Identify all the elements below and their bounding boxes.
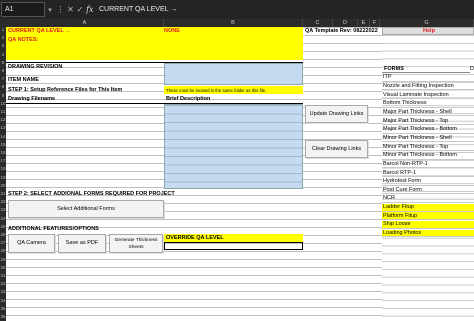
step1-label: STEP 1: Setup Reference Files for This I… xyxy=(8,87,123,93)
column-header-b[interactable]: B xyxy=(164,19,303,27)
cancel-icon[interactable]: ✕ xyxy=(67,5,74,14)
column-header-f[interactable]: F xyxy=(370,19,380,27)
form-item[interactable]: Bottom Thickness xyxy=(382,100,474,108)
item-name-label: ITEM NAME xyxy=(8,77,39,83)
name-box[interactable]: A1 xyxy=(1,2,45,17)
chevron-down-icon[interactable]: ▾ xyxy=(45,6,55,14)
description-input-area[interactable] xyxy=(164,104,303,189)
qa-camera-button[interactable]: QA Camera xyxy=(8,234,55,253)
form-item[interactable]: Visual Laminate Inspection xyxy=(382,91,474,100)
update-drawing-links-button[interactable]: Update Drawing Links xyxy=(305,105,368,123)
current-qa-value: NONE xyxy=(164,28,180,34)
form-item[interactable]: Minor Part Thickness - Top xyxy=(382,143,474,151)
save-as-pdf-button[interactable]: Save as PDF xyxy=(58,234,106,253)
form-item[interactable]: Loading Photos xyxy=(382,229,474,238)
step2-label: STEP 2: SELECT ADDIONAL FORMS REQUIRED F… xyxy=(8,191,175,197)
form-item[interactable]: Nozzle and Fitting Inspection xyxy=(382,83,474,91)
more-icon[interactable]: ⋮ xyxy=(56,5,64,14)
column-headers: A B C D E F G xyxy=(0,19,474,27)
template-rev: QA Template Rev: 08222022 xyxy=(305,28,378,34)
forms-col-h: D xyxy=(470,66,474,72)
current-qa-row[interactable]: CURRENT QA LEVEL → NONE xyxy=(6,27,303,35)
formula-input[interactable]: CURRENT QA LEVEL → xyxy=(99,6,177,13)
column-header-g[interactable]: G xyxy=(380,19,474,27)
form-item[interactable]: Hydrotest Form xyxy=(382,178,474,186)
column-header-c[interactable]: C xyxy=(303,19,333,27)
override-qa-level-label[interactable]: OVERRIDE QA LEVEL xyxy=(164,234,303,242)
form-item[interactable]: Minor Part Thickness - Bottom xyxy=(382,152,474,160)
column-header-a[interactable]: A xyxy=(6,19,164,27)
drawing-filename-header: Drawing Filename xyxy=(8,96,56,102)
form-item[interactable]: Major Part Thickness - Top xyxy=(382,117,474,126)
current-qa-label: CURRENT QA LEVEL → xyxy=(8,28,71,34)
form-item[interactable]: ITP xyxy=(382,74,474,82)
form-item[interactable]: Platform Fitup xyxy=(382,212,474,221)
formula-bar: A1 ▾ ⋮ ✕ ✓ fx CURRENT QA LEVEL → xyxy=(0,0,474,19)
function-icon[interactable]: fx xyxy=(86,5,93,14)
form-item[interactable]: Post Cure Form xyxy=(382,186,474,195)
form-item[interactable]: Major Part Thickness - Shell xyxy=(382,109,474,117)
spreadsheet-window: A1 ▾ ⋮ ✕ ✓ fx CURRENT QA LEVEL → A B C D… xyxy=(0,0,474,321)
form-item[interactable]: Barcol Non-RTP-1 xyxy=(382,161,474,169)
same-folder-note: These must be located in the same folder… xyxy=(164,86,303,94)
additional-features-label: ADDITIONAL FEATURES/OPTIONS xyxy=(8,226,99,232)
select-additional-forms-button[interactable]: Select Additional Forms xyxy=(8,200,164,218)
column-header-d[interactable]: D xyxy=(333,19,358,27)
form-item[interactable]: Major Part Thickness - Bottom xyxy=(382,126,474,134)
override-qa-level-input[interactable] xyxy=(164,242,303,250)
form-item[interactable]: Ship Loose xyxy=(382,221,474,229)
form-item[interactable]: Barcol RTP-1 xyxy=(382,169,474,177)
confirm-icon[interactable]: ✓ xyxy=(77,5,84,14)
qa-notes[interactable]: QA NOTES: xyxy=(6,35,303,60)
clear-drawing-links-button[interactable]: Clear Drawing Links xyxy=(305,140,368,158)
forms-header: FORMS xyxy=(382,65,470,73)
column-header-e[interactable]: E xyxy=(358,19,370,27)
brief-description-header: Brief Description xyxy=(166,96,211,102)
form-item[interactable]: Minor Part Thickness - Shell xyxy=(382,135,474,143)
generate-thickness-sheets-button[interactable]: Generate Thickness Sheets xyxy=(109,234,163,253)
drawing-revision-input[interactable] xyxy=(164,63,303,85)
help-button[interactable]: Help xyxy=(382,27,474,35)
form-item[interactable]: Ladder Fitup xyxy=(382,203,474,212)
form-item[interactable]: NCR xyxy=(382,195,474,203)
drawing-revision-label: DRAWING REVISION xyxy=(8,64,63,70)
